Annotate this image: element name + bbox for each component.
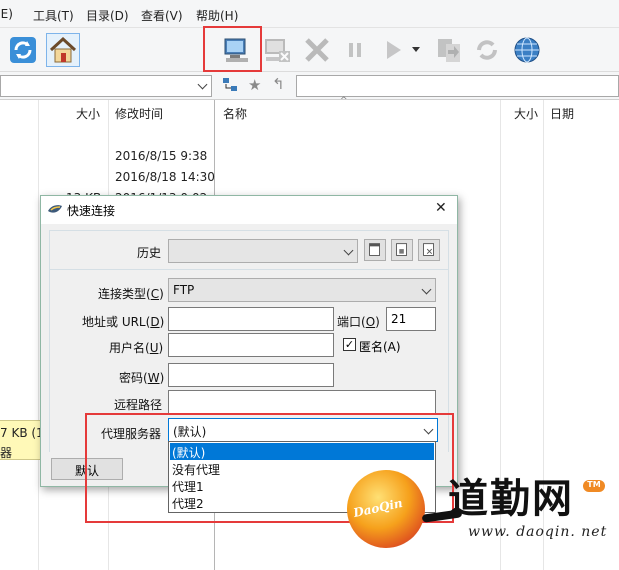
status-strip: 7 KB (12 器 bbox=[0, 420, 51, 460]
history-label: 历史 bbox=[137, 246, 162, 260]
connection-type-label: 连接类型(C) bbox=[98, 285, 164, 302]
remote-col-name[interactable]: 名称 bbox=[223, 100, 248, 124]
watermark-ball-text: DaoQin bbox=[352, 495, 404, 521]
port-input[interactable]: 21 bbox=[386, 307, 436, 331]
password-label-text: 密码( bbox=[119, 371, 148, 385]
group-border bbox=[49, 269, 449, 270]
dialog-title: 快速连接 bbox=[67, 204, 116, 218]
stop-button[interactable] bbox=[300, 33, 334, 67]
local-row-modified[interactable]: 2016/8/18 14:30 bbox=[115, 170, 215, 184]
port-label-suffix: ) bbox=[375, 315, 380, 329]
chevron-down-icon bbox=[421, 284, 432, 295]
password-label: 密码(W) bbox=[119, 369, 164, 386]
anonymous-label: 匿名(A) bbox=[359, 340, 401, 354]
connection-type-label-suffix: ) bbox=[159, 287, 164, 301]
sync-icon bbox=[477, 40, 497, 60]
remote-path-label: 远程路径 bbox=[114, 398, 163, 412]
username-label-suffix: ) bbox=[158, 341, 164, 355]
connection-type-label-text: 连接类型( bbox=[98, 287, 151, 301]
globe-icon bbox=[514, 37, 540, 63]
refresh-icon bbox=[10, 37, 36, 63]
app-icon bbox=[47, 202, 63, 218]
home-icon bbox=[49, 36, 77, 63]
menu-edit[interactable]: (E) bbox=[0, 7, 13, 21]
website-button[interactable] bbox=[510, 33, 544, 67]
port-value: 21 bbox=[391, 312, 407, 326]
menu-tools[interactable]: 工具(T) bbox=[33, 7, 74, 24]
home-button[interactable] bbox=[46, 33, 80, 67]
play-icon bbox=[387, 41, 401, 59]
anonymous-checkbox[interactable]: ✓ bbox=[343, 338, 356, 351]
highlight-box bbox=[203, 26, 262, 72]
sync-button[interactable] bbox=[470, 33, 504, 67]
toolbar bbox=[0, 28, 619, 72]
remote-path-input[interactable] bbox=[168, 390, 436, 414]
menu-bar: (E) 工具(T) 目录(D) 查看(V) 帮助(H) bbox=[0, 0, 619, 28]
x-icon bbox=[305, 38, 329, 62]
watermark-logo: DaoQin bbox=[347, 470, 425, 548]
close-icon[interactable]: ✕ bbox=[435, 200, 447, 216]
password-input[interactable] bbox=[168, 363, 334, 387]
watermark-url: www. daoqin. net bbox=[468, 524, 608, 540]
pause-button[interactable] bbox=[338, 33, 372, 67]
up-arrow-icon[interactable]: ↰ bbox=[272, 75, 285, 93]
remote-col-size[interactable]: 大小 bbox=[514, 100, 539, 124]
refresh-local-button[interactable] bbox=[6, 33, 40, 67]
connection-type-accesskey: C bbox=[150, 287, 160, 301]
history-combo[interactable] bbox=[168, 239, 358, 263]
remote-path-combo[interactable] bbox=[296, 75, 619, 97]
username-label-text: 用户名( bbox=[109, 341, 150, 355]
history-delete-button[interactable] bbox=[418, 239, 440, 261]
site-manager-icon[interactable] bbox=[222, 77, 238, 93]
port-label: 端口(O) bbox=[337, 313, 380, 330]
port-accesskey: O bbox=[365, 315, 376, 329]
remote-col-date[interactable]: 日期 bbox=[550, 100, 575, 124]
group-border bbox=[49, 230, 50, 452]
pause-icon bbox=[349, 43, 361, 57]
menu-directory[interactable]: 目录(D) bbox=[86, 7, 129, 24]
local-path-combo[interactable] bbox=[0, 75, 212, 97]
local-row-modified[interactable]: 2016/8/15 9:38 bbox=[115, 149, 207, 163]
port-label-text: 端口( bbox=[337, 315, 366, 329]
window-icon bbox=[369, 243, 380, 256]
address-accesskey: D bbox=[150, 315, 160, 329]
address-label: 地址或 URL(D) bbox=[82, 313, 164, 330]
address-row: ★ ↰ bbox=[0, 72, 619, 100]
disconnect-button[interactable] bbox=[260, 33, 294, 67]
password-accesskey: W bbox=[147, 371, 160, 385]
play-button[interactable] bbox=[376, 33, 410, 67]
status-server-text: 器 bbox=[0, 446, 13, 460]
local-col-size[interactable]: 大小 bbox=[76, 100, 101, 124]
save-icon bbox=[396, 243, 407, 256]
history-save-button[interactable] bbox=[391, 239, 413, 261]
connection-type-combo[interactable]: FTP bbox=[168, 278, 436, 302]
chevron-down-icon bbox=[197, 79, 208, 90]
watermark-tm: TM bbox=[583, 480, 605, 492]
dialog-titlebar[interactable]: 快速连接 ✕ bbox=[41, 196, 457, 224]
star-icon[interactable]: ★ bbox=[248, 76, 261, 94]
play-dropdown-arrow[interactable] bbox=[412, 47, 420, 52]
menu-view[interactable]: 查看(V) bbox=[141, 7, 183, 24]
username-input[interactable] bbox=[168, 333, 334, 357]
transfer-button[interactable] bbox=[432, 33, 466, 67]
history-view-button[interactable] bbox=[364, 239, 386, 261]
username-label: 用户名(U) bbox=[109, 339, 163, 356]
column-divider bbox=[38, 100, 39, 570]
address-label-text: 地址或 URL( bbox=[82, 315, 151, 329]
password-label-suffix: ) bbox=[159, 371, 165, 385]
disconnect-icon bbox=[265, 39, 290, 62]
chevron-down-icon bbox=[343, 245, 354, 256]
transfer-icon bbox=[438, 39, 460, 62]
address-input[interactable] bbox=[168, 307, 334, 331]
delete-icon bbox=[423, 243, 434, 256]
group-border bbox=[49, 230, 449, 231]
connection-type-value: FTP bbox=[173, 283, 195, 297]
address-label-suffix: ) bbox=[159, 315, 165, 329]
local-col-modified[interactable]: 修改时间 bbox=[115, 100, 164, 124]
sort-up-icon: ^ bbox=[340, 96, 348, 106]
watermark-brand: 道勤网 bbox=[448, 475, 574, 522]
menu-help[interactable]: 帮助(H) bbox=[196, 7, 238, 24]
